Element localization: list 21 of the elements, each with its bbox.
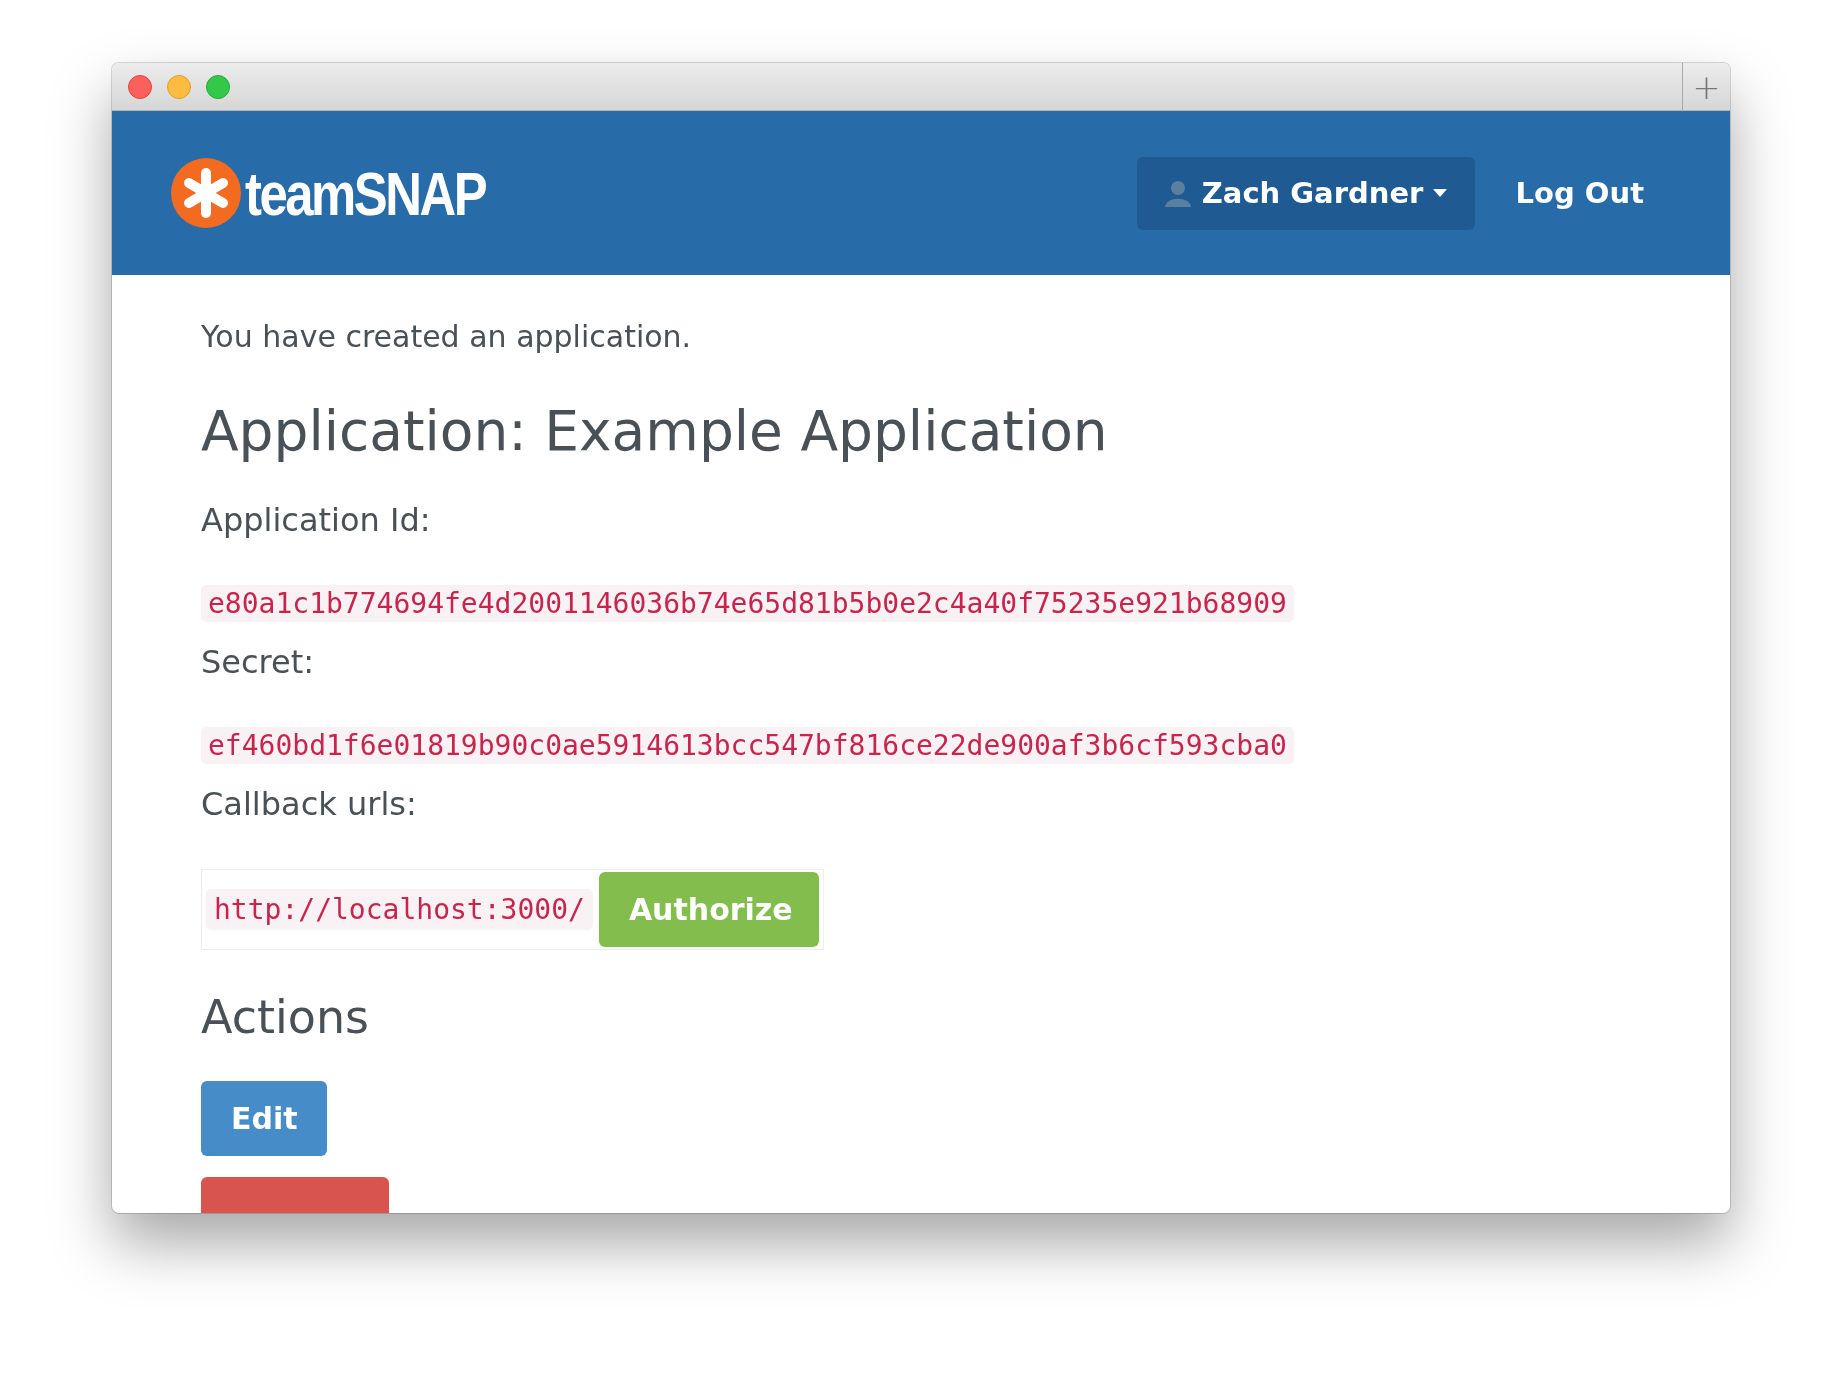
field-value: ef460bd1f6e01819b90c0ae5914613bcc547bf816ce22de900af3b6cf593cba0 [201, 727, 1294, 764]
page-title: Application: Example Application [201, 399, 1108, 463]
notice-text: You have created an application. [201, 319, 692, 354]
field-label: Secret: [201, 643, 315, 681]
minimize-window-button[interactable] [167, 74, 191, 99]
field-label: Application Id: [201, 501, 431, 539]
user-icon [1163, 179, 1192, 207]
logo-text: teamSNAP [245, 157, 486, 229]
new-tab-button[interactable]: + [1682, 63, 1730, 110]
close-window-button[interactable] [128, 74, 152, 99]
logout-link[interactable]: Log Out [1515, 176, 1644, 210]
section-heading: Actions [201, 990, 370, 1044]
field-value: e80a1c1b774694fe4d2001146036b74e65d81b5b0e2c4a40f75235e921b68909 [201, 585, 1294, 622]
callback-url: http://localhost:3000/ [206, 889, 593, 930]
asterisk-logo-icon [171, 158, 241, 228]
user-menu-button[interactable]: Zach Gardner [1136, 156, 1475, 230]
field-label: Callback urls: [201, 785, 417, 823]
edit-button[interactable]: Edit [201, 1081, 327, 1156]
caret-icon [1433, 189, 1448, 197]
zoom-window-button[interactable] [206, 74, 230, 99]
authorize-button[interactable]: Authorize [598, 872, 819, 947]
